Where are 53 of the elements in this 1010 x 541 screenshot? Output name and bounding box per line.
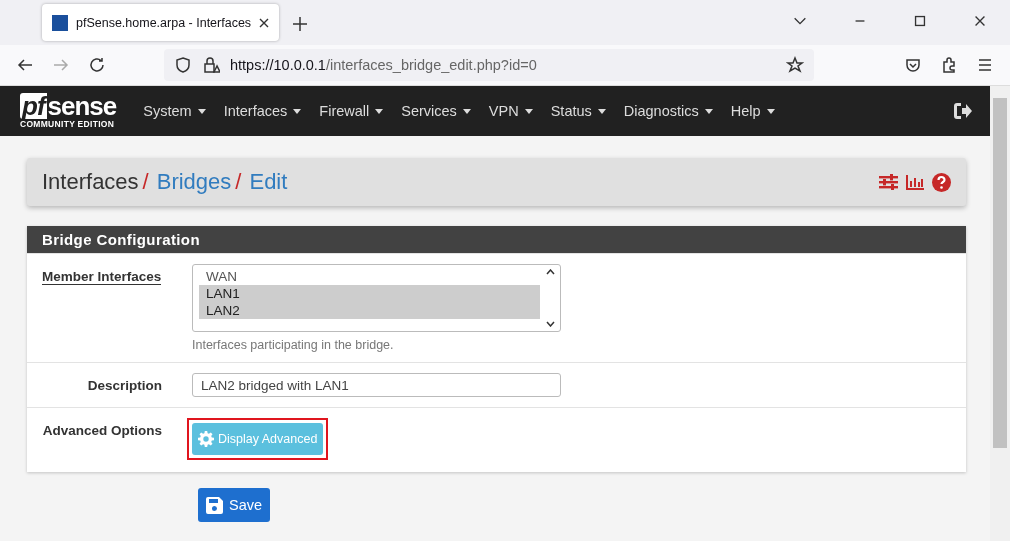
interface-listbox[interactable]: WAN LAN1 LAN2 <box>192 264 561 332</box>
sliders-icon[interactable] <box>879 174 898 190</box>
new-tab-icon[interactable] <box>293 17 308 31</box>
caret-icon <box>766 108 775 114</box>
nav-menu[interactable]: Status <box>541 103 615 119</box>
listbox-option[interactable]: LAN1 <box>199 285 540 302</box>
shield-icon[interactable] <box>174 56 192 74</box>
edition-label: COMMUNITY EDITION <box>20 119 115 129</box>
breadcrumb-text: Interfaces <box>42 169 139 195</box>
field-label: Description <box>87 378 162 393</box>
pfsense-logo[interactable]: pfsense <box>20 93 117 119</box>
bookmark-star-icon[interactable] <box>786 56 804 74</box>
scroll-down-icon[interactable] <box>545 321 555 327</box>
nav-menu[interactable]: Services <box>392 103 480 119</box>
site-icon <box>52 14 68 31</box>
nav-menu[interactable]: Diagnostics <box>614 103 722 119</box>
panel-title: Bridge Configuration <box>42 231 200 248</box>
listbox-option[interactable]: WAN <box>199 268 540 285</box>
nav-menu[interactable]: Interfaces <box>214 103 311 119</box>
field-label: Member Interfaces <box>42 269 162 285</box>
save-button[interactable]: Save <box>198 488 271 522</box>
maximize-icon[interactable] <box>912 13 928 29</box>
nav-menu[interactable]: VPN <box>479 103 542 119</box>
field-label: Advanced Options <box>42 423 162 438</box>
description-field[interactable]: LAN2 bridged with LAN1 <box>192 373 561 397</box>
caret-icon <box>597 108 606 114</box>
extensions-icon[interactable] <box>940 56 958 74</box>
caret-icon <box>704 108 713 114</box>
nav-menu[interactable]: System <box>134 103 215 119</box>
breadcrumb-separator: / <box>235 169 242 195</box>
nav-menu[interactable]: Firewall <box>310 103 393 119</box>
close-icon[interactable] <box>259 17 270 28</box>
caret-icon <box>462 108 471 114</box>
caret-icon <box>375 108 384 114</box>
bar-chart-icon[interactable] <box>906 174 924 190</box>
help-text: Interfaces participating in the bridge. <box>192 338 395 352</box>
scroll-up-icon[interactable] <box>545 269 555 275</box>
nav-menu[interactable]: Help <box>721 103 784 119</box>
caret-icon <box>524 108 533 114</box>
breadcrumb-separator: / <box>142 169 149 195</box>
pocket-icon[interactable] <box>904 56 922 74</box>
caret-icon <box>293 108 302 114</box>
reload-icon[interactable] <box>88 56 106 74</box>
lock-icon[interactable] <box>202 56 220 74</box>
listbox-option[interactable]: LAN2 <box>199 302 540 319</box>
browser-tab[interactable]: pfSense.home.arpa - Interfaces <box>42 4 280 41</box>
caret-icon <box>197 108 206 114</box>
logout-icon[interactable] <box>954 103 972 119</box>
menu-icon[interactable] <box>976 56 994 74</box>
help-icon[interactable] <box>932 172 951 192</box>
scrollbar-thumb[interactable] <box>993 98 1007 448</box>
gear-icon <box>198 431 214 447</box>
address-bar[interactable]: https://10.0.0.1/interfaces_bridge_edit.php?id=0 <box>164 49 814 81</box>
